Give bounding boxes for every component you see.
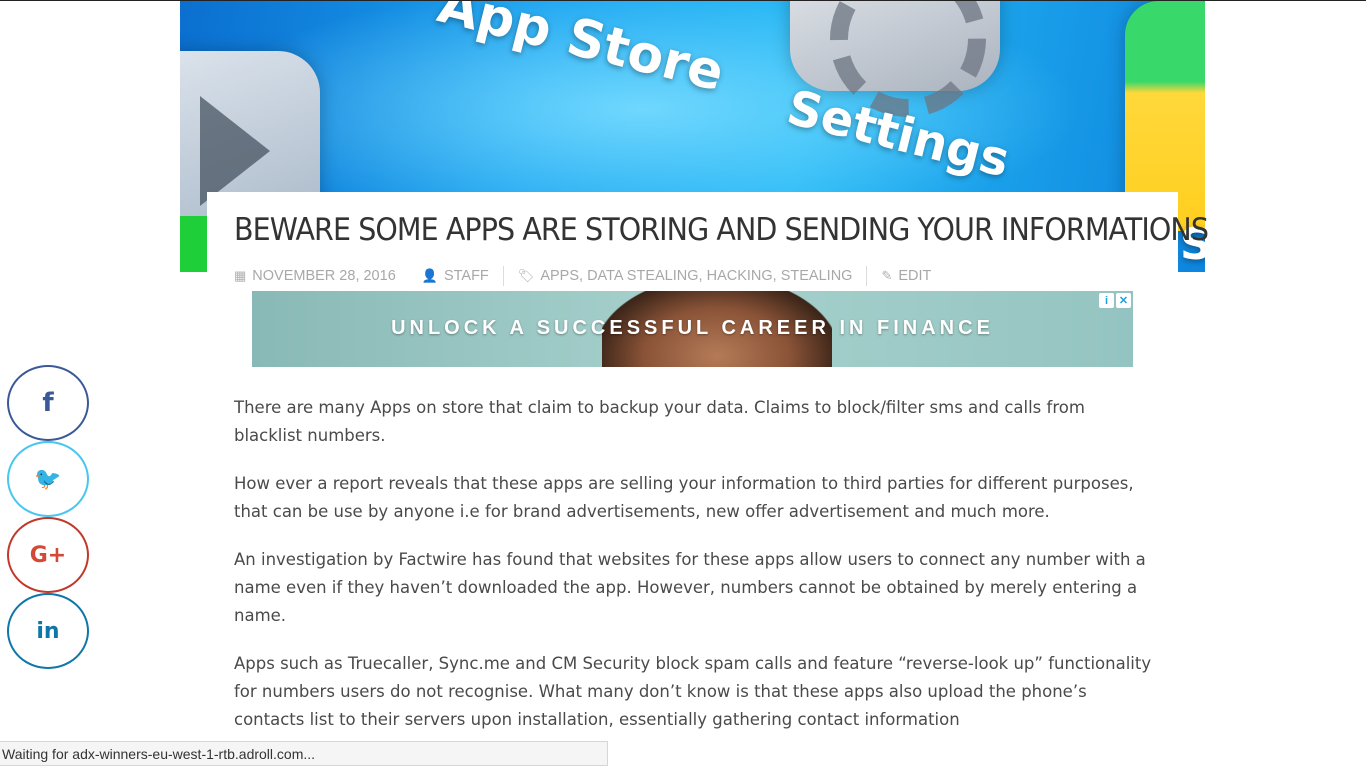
post-date-link[interactable]: NOVEMBER 28, 2016 xyxy=(252,268,395,284)
post-meta: ▦ NOVEMBER 28, 2016 👤 STAFF 🏷 APPS, DATA… xyxy=(234,266,931,286)
edit-icon: ✎ xyxy=(881,268,893,283)
ad-controls: i ✕ xyxy=(1099,293,1131,308)
post-author: 👤 STAFF xyxy=(422,268,489,284)
paragraph: An investigation by Factwire has found t… xyxy=(234,550,1146,625)
play-icon xyxy=(200,96,270,206)
facebook-icon: f xyxy=(42,388,54,418)
post-date: ▦ NOVEMBER 28, 2016 xyxy=(234,268,396,284)
article-card: BEWARE SOME APPS ARE STORING AND SENDING… xyxy=(207,192,1209,768)
ad-headline: UNLOCK A SUCCESSFUL CAREER IN FINANCE xyxy=(391,317,994,339)
calendar-icon: ▦ xyxy=(234,268,247,283)
edit-link[interactable]: EDIT xyxy=(898,268,931,284)
tag-link[interactable]: HACKING xyxy=(707,268,773,284)
tag-link[interactable]: APPS xyxy=(540,268,579,284)
paragraph: Apps such as Truecaller, Sync.me and CM … xyxy=(234,654,1152,729)
paragraph: There are many Apps on store that claim … xyxy=(234,398,1085,445)
ad-info-icon[interactable]: i xyxy=(1099,293,1114,308)
browser-status-bar: Waiting for adx-winners-eu-west-1-rtb.ad… xyxy=(0,741,608,766)
twitter-icon: 🐦 xyxy=(34,466,62,492)
google-plus-icon: G+ xyxy=(29,542,67,568)
meta-divider xyxy=(502,266,504,286)
linkedin-share-button[interactable]: in xyxy=(7,593,89,669)
user-icon: 👤 xyxy=(421,268,438,283)
app-store-label: App Store xyxy=(432,1,730,104)
meta-divider xyxy=(866,266,868,286)
twitter-share-button[interactable]: 🐦 xyxy=(7,441,89,517)
google-plus-share-button[interactable]: G+ xyxy=(7,517,89,593)
linkedin-icon: in xyxy=(36,618,60,644)
facebook-share-button[interactable]: f xyxy=(7,365,89,441)
post-edit: ✎ EDIT xyxy=(881,268,931,284)
tag-link[interactable]: STEALING xyxy=(781,268,853,284)
green-app-edge xyxy=(180,216,207,272)
tags-icon: 🏷 xyxy=(517,268,535,283)
post-tags: 🏷 APPS, DATA STEALING, HACKING, STEALING xyxy=(517,268,853,284)
author-link[interactable]: STAFF xyxy=(444,268,489,284)
article-title: BEWARE SOME APPS ARE STORING AND SENDING… xyxy=(234,212,1209,248)
ad-close-icon[interactable]: ✕ xyxy=(1116,293,1131,308)
paragraph: How ever a report reveals that these app… xyxy=(234,474,1134,521)
tag-link[interactable]: DATA STEALING xyxy=(587,268,698,284)
advertisement-banner[interactable]: UNLOCK A SUCCESSFUL CAREER IN FINANCE i … xyxy=(252,291,1133,367)
article-body: There are many Apps on store that claim … xyxy=(234,394,1154,754)
